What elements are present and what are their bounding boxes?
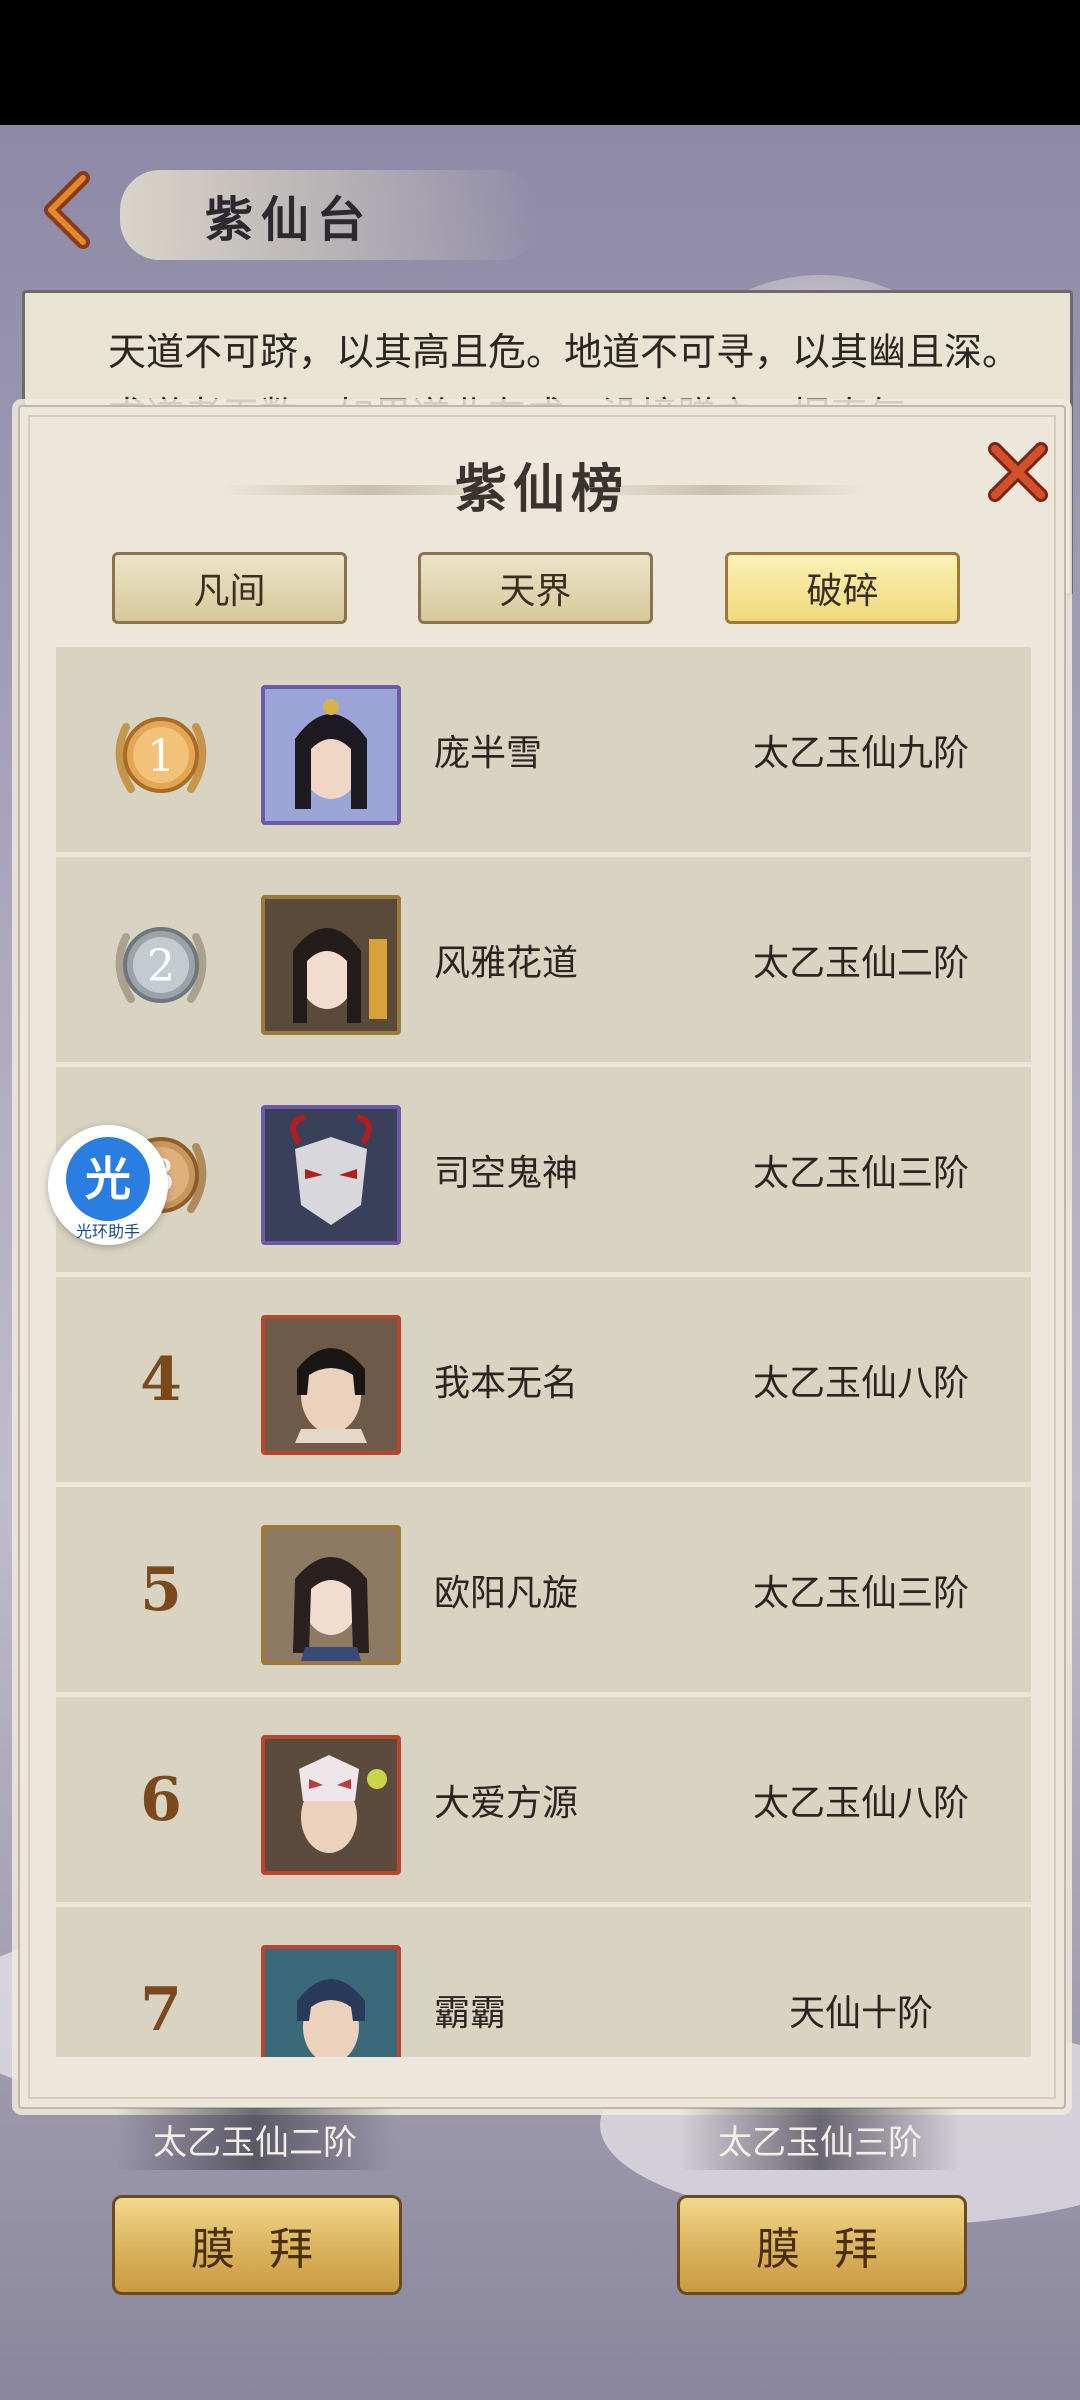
list-item[interactable]: 7 霸霸 天仙十阶 (56, 1907, 1031, 2057)
list-item[interactable]: 3 司空鬼神 太乙玉仙三阶 (56, 1067, 1031, 1275)
avatar[interactable] (261, 1315, 401, 1455)
tab-mortal[interactable]: 凡间 (112, 552, 347, 624)
modal-title: 紫仙榜 (454, 459, 629, 520)
worship-button-right[interactable]: 膜 拜 (677, 2195, 967, 2295)
right-realm-label: 太乙玉仙三阶 (680, 2108, 960, 2170)
player-name: 庞半雪 (434, 732, 543, 774)
player-name: 我本无名 (434, 1362, 579, 1404)
assistant-logo-icon: 光 光环助手 (52, 1129, 164, 1241)
player-realm: 太乙玉仙八阶 (752, 1362, 969, 1404)
player-realm: 太乙玉仙三阶 (752, 1572, 969, 1614)
close-button[interactable] (983, 437, 1053, 507)
tab-shattered[interactable]: 破碎 (725, 552, 960, 624)
tab-heaven[interactable]: 天界 (418, 552, 653, 624)
list-item[interactable]: 4 我本无名 太乙玉仙八阶 (56, 1277, 1031, 1485)
left-realm-label: 太乙玉仙二阶 (115, 2108, 395, 2170)
player-name: 霸霸 (434, 1992, 507, 2034)
floating-assistant-button[interactable]: 光 光环助手 (48, 1125, 168, 1245)
ranking-list[interactable]: 1 庞半雪 太乙玉仙九阶 2 风雅花道 太乙玉仙二阶 司空鬼神 太乙玉仙三阶 4… (56, 647, 1031, 2057)
rank-number: 6 (140, 1764, 182, 1835)
page-title: 紫仙台 (205, 192, 374, 248)
svg-text:光: 光 (85, 1152, 131, 1206)
svg-text:光环助手: 光环助手 (76, 1222, 140, 1241)
gold-medal-icon: 1 (106, 697, 216, 807)
player-realm: 太乙玉仙八阶 (752, 1782, 969, 1824)
list-item[interactable]: 5 欧阳凡旋 太乙玉仙三阶 (56, 1487, 1031, 1695)
avatar[interactable] (261, 685, 401, 825)
player-name: 欧阳凡旋 (434, 1572, 579, 1614)
avatar[interactable] (261, 1735, 401, 1875)
avatar[interactable] (261, 1105, 401, 1245)
player-name: 风雅花道 (434, 942, 579, 984)
silver-medal-icon: 2 (106, 907, 216, 1017)
ranking-modal: 紫仙榜 凡间 天界 破碎 1 庞半雪 太乙玉仙九阶 2 风雅花道 太乙玉仙二阶 … (18, 405, 1066, 2109)
realm-tabs: 凡间 天界 破碎 (20, 552, 1064, 632)
svg-text:1: 1 (147, 731, 175, 782)
rank-number: 5 (140, 1554, 182, 1625)
rank-number: 4 (140, 1344, 182, 1415)
close-icon (988, 442, 1048, 502)
avatar[interactable] (261, 895, 401, 1035)
player-realm: 太乙玉仙九阶 (752, 732, 969, 774)
rank-number: 7 (140, 1974, 182, 2045)
svg-text:2: 2 (147, 941, 175, 992)
player-realm: 太乙玉仙三阶 (752, 1152, 969, 1194)
player-name: 大爱方源 (434, 1782, 579, 1824)
back-arrow-icon (44, 171, 90, 249)
avatar[interactable] (261, 1525, 401, 1665)
worship-button-left[interactable]: 膜 拜 (112, 2195, 402, 2295)
avatar[interactable] (261, 1945, 401, 2057)
player-realm: 天仙十阶 (788, 1992, 933, 2034)
list-item[interactable]: 1 庞半雪 太乙玉仙九阶 (56, 647, 1031, 855)
back-button[interactable] (28, 165, 108, 255)
list-item[interactable]: 2 风雅花道 太乙玉仙二阶 (56, 857, 1031, 1065)
status-bar (0, 0, 1080, 125)
player-name: 司空鬼神 (434, 1152, 579, 1194)
player-realm: 太乙玉仙二阶 (752, 942, 969, 984)
list-item[interactable]: 6 大爱方源 太乙玉仙八阶 (56, 1697, 1031, 1905)
